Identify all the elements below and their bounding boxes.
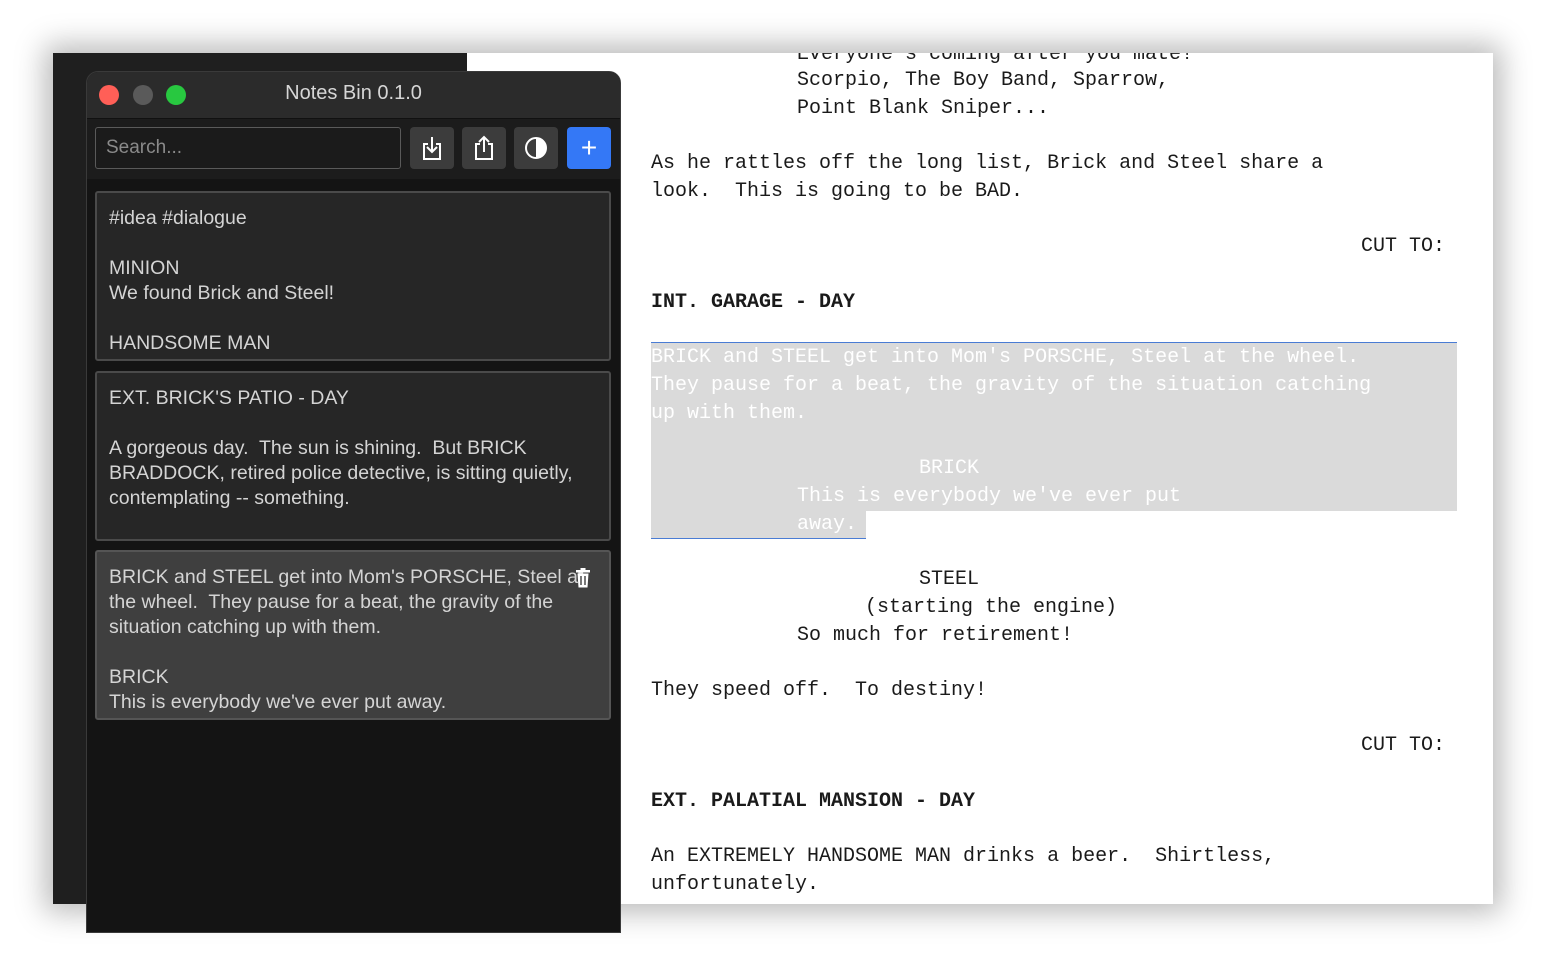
dialogue-line: Point Blank Sniper... xyxy=(797,97,1050,120)
toolbar: + xyxy=(87,119,620,179)
action-line: They speed off. To destiny! xyxy=(651,679,988,702)
notes-bin-window: Notes Bin 0.1.0 + #idea #dialogue MINION… xyxy=(86,71,621,933)
scene-heading: EXT. PALATIAL MANSION - DAY xyxy=(651,790,976,813)
import-icon xyxy=(423,137,441,160)
action-line: As he rattles off the long list, Brick a… xyxy=(651,152,1324,175)
window-title: Notes Bin 0.1.0 xyxy=(285,82,422,104)
share-icon xyxy=(475,135,493,160)
search-input[interactable] xyxy=(95,127,401,169)
transition-line: CUT TO: xyxy=(1361,734,1446,757)
dialogue-line: away. xyxy=(797,513,858,536)
dialogue-line: This is everybody we've ever put xyxy=(797,485,1182,508)
character-name: STEEL xyxy=(919,568,980,591)
character-name: BRICK xyxy=(919,457,980,480)
scene-heading: INT. GARAGE - DAY xyxy=(651,291,856,314)
note-card[interactable]: EXT. BRICK'S PATIO - DAY A gorgeous day.… xyxy=(95,371,611,541)
transition-line: CUT TO: xyxy=(1361,235,1446,258)
action-line: BRICK and STEEL get into Mom's PORSCHE, … xyxy=(651,346,1360,369)
import-button[interactable] xyxy=(410,127,454,169)
action-line: up with them. xyxy=(651,402,808,425)
theme-toggle-button[interactable] xyxy=(514,127,558,169)
note-text: BRICK and STEEL get into Mom's PORSCHE, … xyxy=(109,566,584,713)
dialogue-line: Scorpio, The Boy Band, Sparrow, xyxy=(797,69,1170,92)
selection-edge xyxy=(651,342,1457,343)
note-card[interactable]: #idea #dialogue MINION We found Brick an… xyxy=(95,191,611,361)
parenthetical: (starting the engine) xyxy=(865,596,1118,619)
action-line: They pause for a beat, the gravity of th… xyxy=(651,374,1372,397)
note-text: #idea #dialogue MINION We found Brick an… xyxy=(109,207,335,354)
title-bar[interactable]: Notes Bin 0.1.0 xyxy=(87,72,620,119)
action-line: unfortunately. xyxy=(651,873,820,896)
note-text: EXT. BRICK'S PATIO - DAY A gorgeous day.… xyxy=(109,387,573,509)
dialogue-line: So much for retirement! xyxy=(797,624,1074,647)
note-card-active[interactable]: BRICK and STEEL get into Mom's PORSCHE, … xyxy=(95,550,611,720)
contrast-icon xyxy=(525,137,547,159)
action-line: An EXTREMELY HANDSOME MAN drinks a beer.… xyxy=(651,845,1276,868)
add-note-button[interactable]: + xyxy=(567,127,611,169)
action-line: look. This is going to be BAD. xyxy=(651,180,1024,203)
export-button[interactable] xyxy=(462,127,506,169)
trash-icon[interactable] xyxy=(575,568,591,588)
